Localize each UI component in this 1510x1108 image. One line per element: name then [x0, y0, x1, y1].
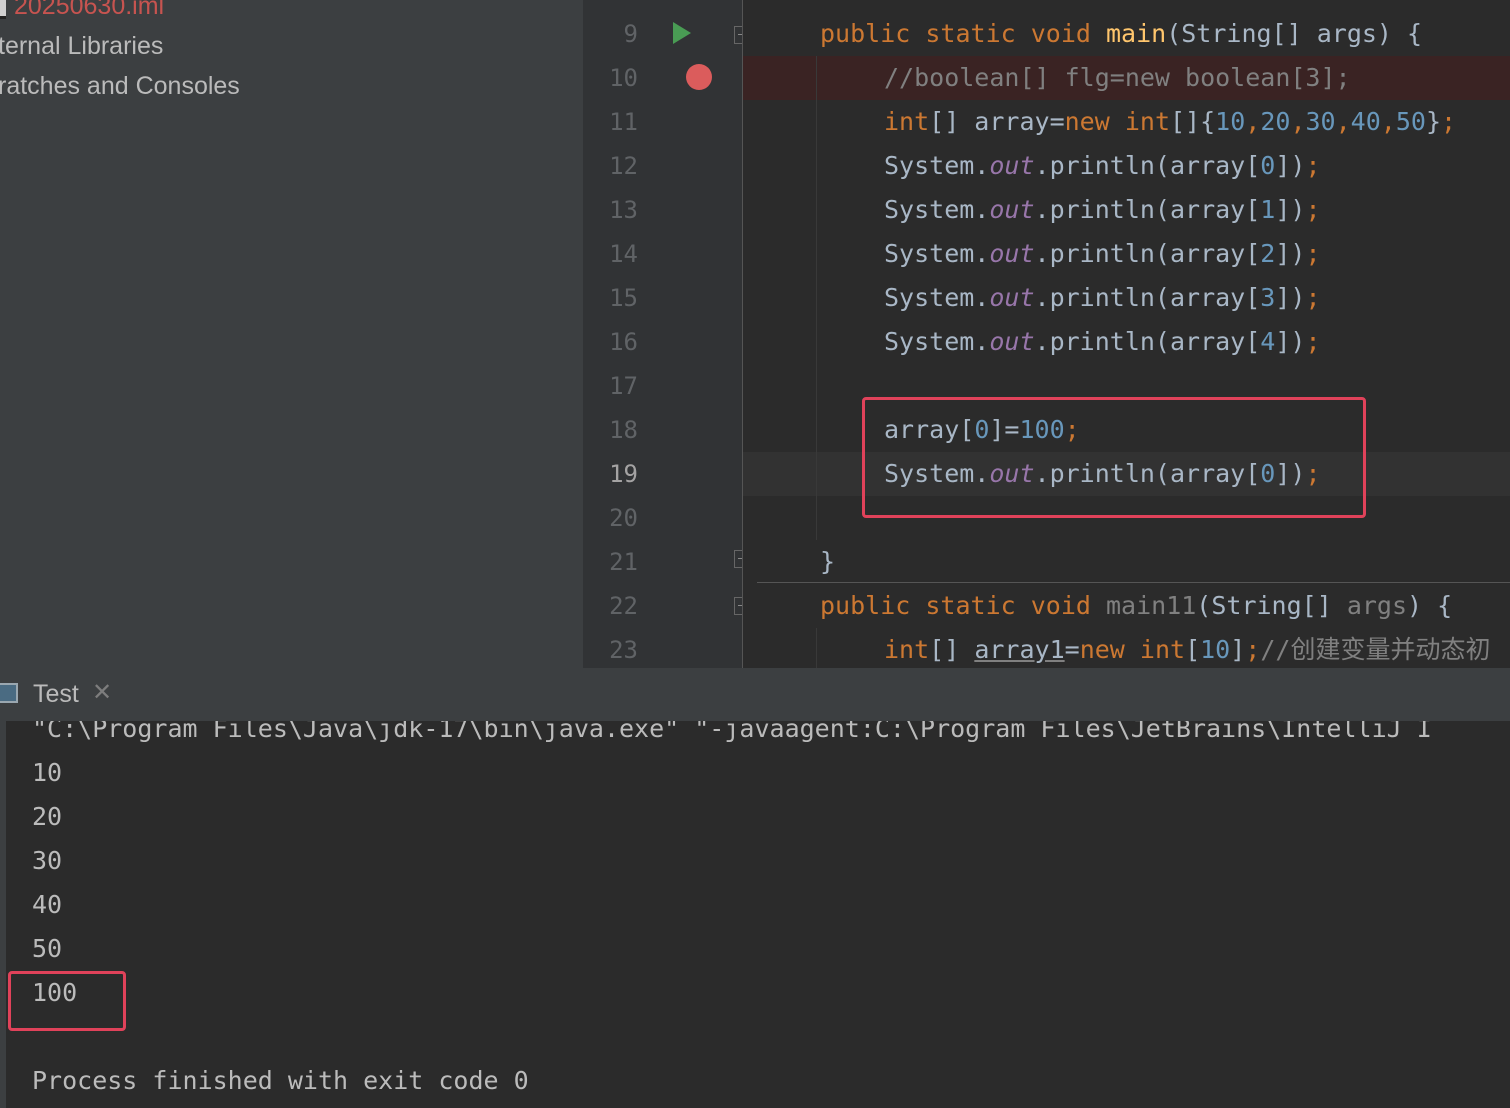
run-tab-test[interactable]: Test	[33, 680, 79, 709]
method-separator	[757, 582, 1510, 583]
code-line-23: int[] array1=new int[10];//创建变量并动态初	[884, 635, 1491, 664]
code-line-12: System.out.println(array[0]);	[884, 151, 1321, 180]
line-number: 15	[609, 284, 638, 312]
line-number: 23	[609, 636, 638, 664]
console-toolbar-strip	[0, 721, 6, 1108]
code-line-14: System.out.println(array[2]);	[884, 239, 1321, 268]
line-number: 17	[609, 372, 638, 400]
file-icon	[0, 0, 6, 19]
code-highlight-box	[862, 397, 1366, 518]
line-number: 18	[609, 416, 638, 444]
code-line-13: System.out.println(array[1]);	[884, 195, 1321, 224]
console-tab-icon	[0, 683, 18, 703]
code-line-16: System.out.println(array[4]);	[884, 327, 1321, 356]
line-number-current: 19	[609, 460, 638, 488]
code-line-10: //boolean[] flg=new boolean[3];	[884, 63, 1351, 92]
console-output-line: 20	[32, 802, 63, 831]
console-output-line: 40	[32, 890, 63, 919]
line-number: 20	[609, 504, 638, 532]
run-tool-window-header: Test ✕	[0, 668, 1510, 721]
breakpoint-icon[interactable]	[686, 64, 712, 90]
console-output-line: 50	[32, 934, 63, 963]
line-number: 11	[609, 108, 638, 136]
line-number: 14	[609, 240, 638, 268]
line-number: 10	[609, 64, 638, 92]
console-command-line: "C:\Program Files\Java\jdk-17\bin\java.e…	[32, 721, 1432, 743]
code-line-9: public static void main(String[] args) {	[820, 19, 1423, 48]
close-icon[interactable]: ✕	[92, 678, 112, 706]
code-line-11: int[] array=new int[]{10,20,30,40,50};	[884, 107, 1457, 136]
code-line-21: }	[820, 547, 836, 576]
project-tool-window: 20250630.iml ternal Libraries ratches an…	[0, 0, 583, 668]
line-number: 22	[609, 592, 638, 620]
line-number: 13	[609, 196, 638, 224]
console-output-line: 30	[32, 846, 63, 875]
line-number: 9	[623, 20, 638, 48]
indent-guide	[816, 628, 817, 668]
console-finish-message: Process finished with exit code 0	[32, 1066, 529, 1095]
console-output-line: 10	[32, 758, 63, 787]
output-highlight-box	[8, 971, 126, 1031]
line-number: 12	[609, 152, 638, 180]
line-number: 21	[609, 548, 638, 576]
code-line-15: System.out.println(array[3]);	[884, 283, 1321, 312]
line-number: 16	[609, 328, 638, 356]
run-console[interactable]: "C:\Program Files\Java\jdk-17\bin\java.e…	[0, 721, 1510, 1108]
fold-guide	[742, 0, 743, 668]
run-arrow-icon[interactable]	[673, 22, 691, 44]
indent-guide	[816, 56, 817, 540]
code-line-22: public static void main11(String[] args)…	[820, 591, 1453, 620]
